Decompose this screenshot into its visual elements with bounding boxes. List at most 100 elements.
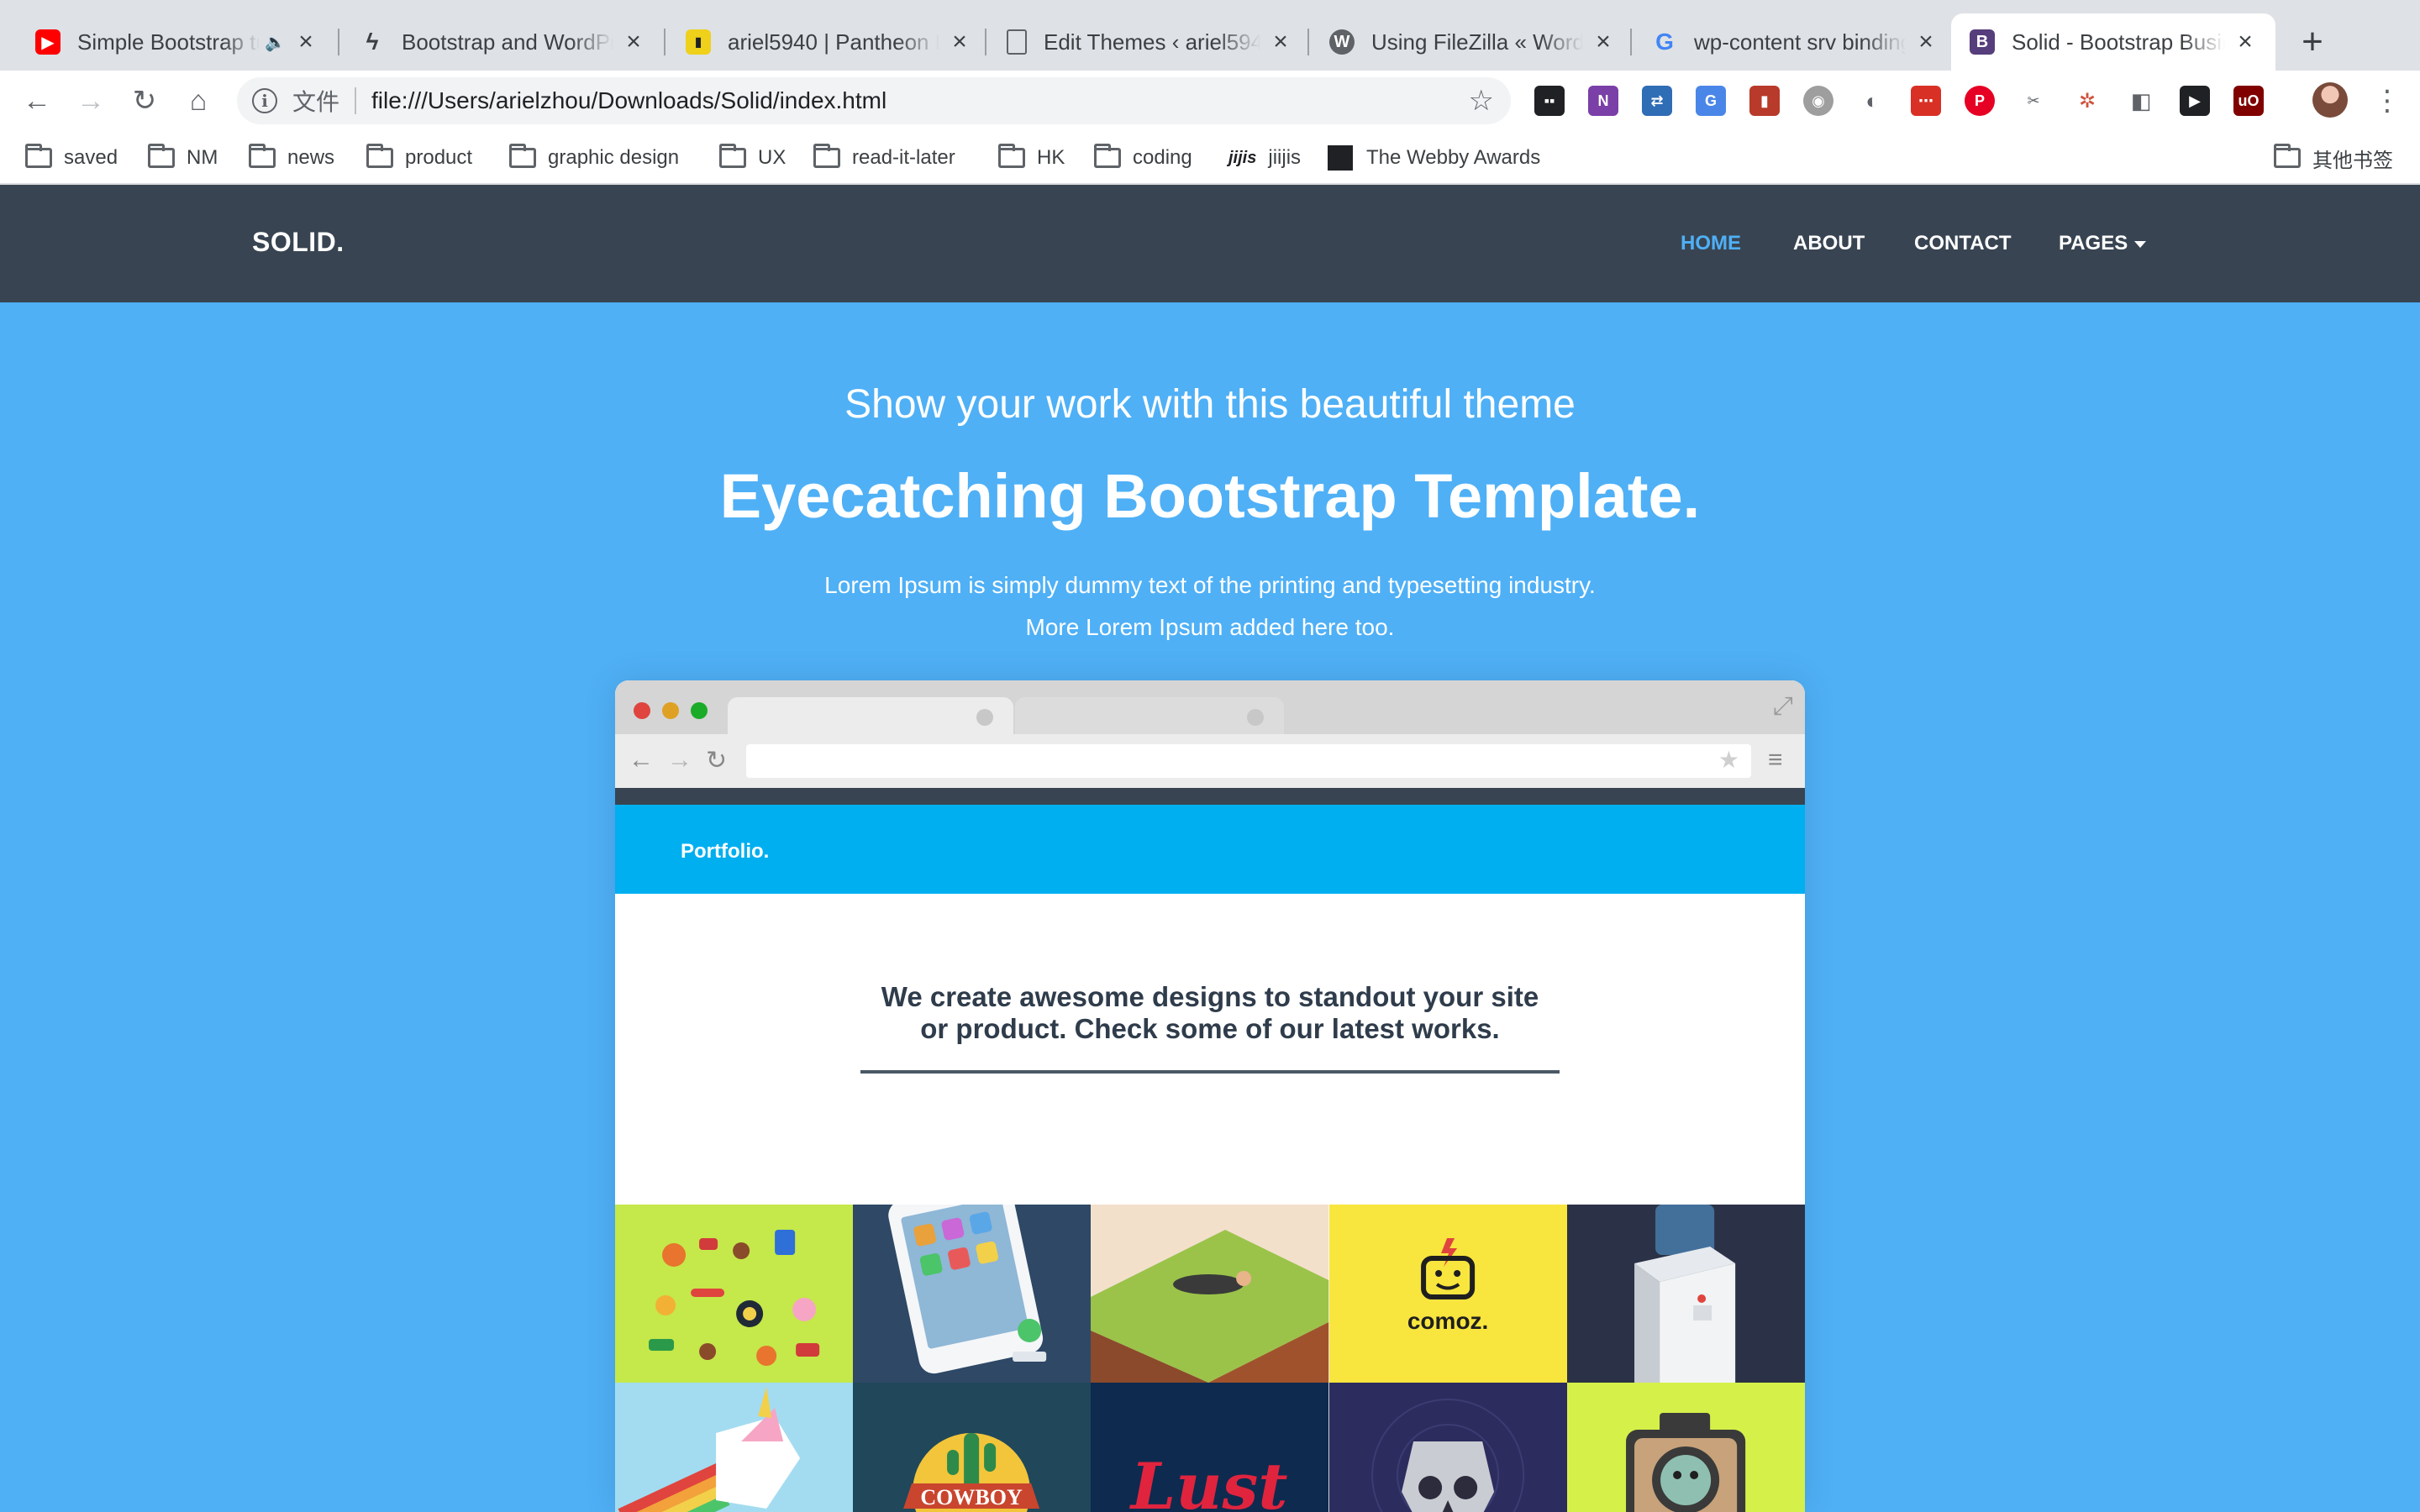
- bookmark-folder[interactable]: coding: [1094, 143, 1192, 173]
- tab-pantheon[interactable]: ▮ ariel5940 | Pantheon Dashboard ×: [667, 13, 990, 71]
- bookmark-label: saved: [64, 146, 118, 169]
- mockup-lead: We create awesome designs to standout yo…: [615, 981, 1805, 1045]
- tab-edit-themes[interactable]: Edit Themes ‹ ariel5940 ×: [988, 13, 1311, 71]
- bookmark-folder[interactable]: graphic design: [509, 143, 679, 173]
- extension-icon[interactable]: ▮: [1749, 86, 1780, 116]
- extension-icon[interactable]: ✲: [2072, 86, 2102, 116]
- info-icon[interactable]: i: [252, 88, 277, 113]
- tab-youtube[interactable]: ▶ Simple Bootstrap tutorial 🔈 ×: [17, 13, 336, 71]
- tab-separator: [338, 29, 339, 55]
- bookmark-link[interactable]: jijis jiijis: [1228, 143, 1301, 173]
- tab-title: Solid - Bootstrap Business: [2012, 29, 2225, 55]
- forward-button[interactable]: →: [71, 81, 111, 121]
- hero-text-line: More Lorem Ipsum added here too.: [1025, 614, 1395, 640]
- close-icon[interactable]: ×: [2233, 28, 2257, 56]
- extension-icon[interactable]: ▪▪: [1534, 86, 1565, 116]
- caret-down-icon: [2134, 240, 2147, 248]
- jiijis-icon: jijis: [1228, 148, 1257, 167]
- ublock-icon[interactable]: uO: [2233, 86, 2264, 116]
- isometric-grass-illustration: [1091, 1205, 1329, 1383]
- play-icon[interactable]: ▶: [2180, 86, 2210, 116]
- browser-mockup: ⤢ ← → ↻ ≡ ★ Portfolio. We create awesome…: [615, 680, 1805, 1512]
- tab-separator: [664, 29, 666, 55]
- portfolio-tile-unicorn[interactable]: [615, 1383, 854, 1512]
- bookmark-label: 其他书签: [2312, 149, 2393, 172]
- back-button[interactable]: ←: [17, 81, 57, 121]
- tab-title: Simple Bootstrap tutorial: [77, 29, 260, 55]
- google-icon: G: [1655, 29, 1674, 55]
- lightning-icon: ϟ: [366, 29, 379, 55]
- bookmark-label: The Webby Awards: [1366, 146, 1541, 169]
- tab-title: Using FileZilla « WordPress: [1371, 29, 1583, 55]
- close-icon[interactable]: ×: [948, 28, 971, 56]
- translate-icon[interactable]: G: [1696, 86, 1726, 116]
- lust-lettering: Lust: [1091, 1383, 1329, 1512]
- bookmark-star-icon[interactable]: ☆: [1469, 84, 1494, 118]
- portfolio-tile-lust[interactable]: Lust: [1091, 1383, 1329, 1512]
- extension-icon[interactable]: ✂: [2018, 86, 2049, 116]
- wordpress-icon: W: [1329, 29, 1355, 55]
- tab-bootstrap-wordpress[interactable]: ϟ Bootstrap and WordPress ×: [341, 13, 664, 71]
- extension-icon[interactable]: ◐: [1857, 86, 1887, 116]
- avatar[interactable]: [2312, 82, 2348, 118]
- bookmark-folder[interactable]: HK: [998, 143, 1065, 173]
- comoz-text: comoz.: [1407, 1308, 1488, 1334]
- new-tab-button[interactable]: +: [2294, 18, 2331, 66]
- folder-icon: [719, 144, 746, 168]
- folder-icon: [148, 144, 175, 168]
- close-icon[interactable]: ×: [622, 28, 645, 56]
- close-icon[interactable]: ×: [1591, 28, 1615, 56]
- protocol-label: 文件: [292, 89, 340, 115]
- tab-solid-active[interactable]: B Solid - Bootstrap Business ×: [1951, 13, 2275, 71]
- bookmark-folder[interactable]: product: [366, 143, 472, 173]
- bookmark-folder[interactable]: UX: [719, 143, 786, 173]
- bookmark-link[interactable]: The Webby Awards: [1328, 143, 1540, 173]
- close-dot: [634, 702, 650, 719]
- portfolio-tile-skull[interactable]: [1328, 1383, 1567, 1512]
- portfolio-tile-comoz[interactable]: comoz.: [1328, 1205, 1567, 1383]
- extension-icon[interactable]: ◧: [2126, 86, 2156, 116]
- pinterest-icon[interactable]: P: [1965, 86, 1995, 116]
- tab-filezilla[interactable]: W Using FileZilla « WordPress ×: [1311, 13, 1634, 71]
- bootstrap-icon: B: [1970, 29, 1995, 55]
- bookmark-label: read-it-later: [852, 146, 955, 169]
- nav-contact[interactable]: CONTACT: [1914, 232, 2012, 255]
- hero-subtitle: Show your work with this beautiful theme: [844, 382, 1576, 427]
- close-icon[interactable]: ×: [1914, 28, 1938, 56]
- folder-icon: [1094, 144, 1121, 168]
- site-logo[interactable]: SOLID.: [252, 227, 345, 258]
- extension-icon[interactable]: ⋯: [1911, 86, 1941, 116]
- close-icon[interactable]: ×: [294, 28, 318, 56]
- extension-icon[interactable]: ◉: [1803, 86, 1833, 116]
- bookmark-folder[interactable]: read-it-later: [813, 143, 955, 173]
- portfolio-tile-cooler[interactable]: [1566, 1205, 1805, 1383]
- portfolio-tile-camera[interactable]: [1566, 1383, 1805, 1512]
- tab-google-search[interactable]: G wp-content srv binding ×: [1634, 13, 1956, 71]
- onenote-icon[interactable]: N: [1588, 86, 1618, 116]
- folder-icon: [366, 144, 393, 168]
- portfolio-tile-cowboy[interactable]: COWBOY: [853, 1383, 1092, 1512]
- other-bookmarks[interactable]: 其他书签: [2274, 143, 2393, 173]
- speaker-icon[interactable]: 🔈: [265, 32, 286, 53]
- url-text[interactable]: file:///Users/arielzhou/Downloads/Solid/…: [371, 87, 1469, 114]
- portfolio-tile-grass[interactable]: [1091, 1205, 1329, 1383]
- bookmark-folder[interactable]: news: [249, 143, 334, 173]
- address-bar[interactable]: i 文件 file:///Users/arielzhou/Downloads/S…: [237, 77, 1511, 124]
- nav-home[interactable]: HOME: [1681, 232, 1741, 255]
- nav-about[interactable]: ABOUT: [1793, 232, 1865, 255]
- reload-button[interactable]: ↻: [124, 81, 165, 121]
- portfolio-tile-food[interactable]: [615, 1205, 854, 1383]
- divider-line: [860, 1070, 1560, 1074]
- close-icon[interactable]: ×: [1269, 28, 1292, 56]
- tab-dot: [1247, 709, 1264, 726]
- nav-pages[interactable]: PAGES: [2059, 232, 2147, 255]
- bookmark-label: product: [405, 146, 473, 169]
- extension-icon[interactable]: ⇄: [1642, 86, 1672, 116]
- menu-icon[interactable]: ⋮: [2373, 84, 2402, 118]
- bookmark-folder[interactable]: saved: [25, 143, 118, 173]
- home-button[interactable]: ⌂: [178, 81, 218, 121]
- site-navbar: SOLID. HOME ABOUT CONTACT PAGES: [0, 185, 2420, 302]
- portfolio-tile-phone[interactable]: [853, 1205, 1092, 1383]
- bookmark-folder[interactable]: NM: [148, 143, 218, 173]
- pantheon-icon: ▮: [686, 29, 711, 55]
